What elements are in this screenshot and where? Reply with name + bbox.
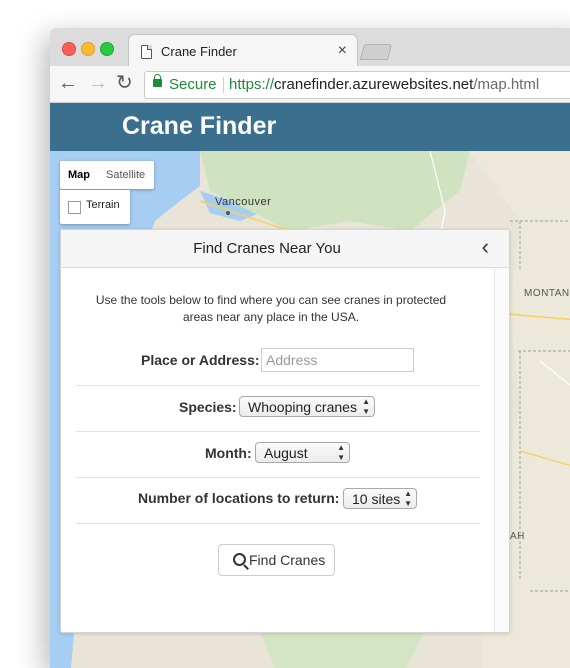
panel-title: Find Cranes Near You xyxy=(193,240,341,257)
find-cranes-panel: Find Cranes Near You ‹ Use the tools bel… xyxy=(60,229,510,633)
map-label-utah: AH xyxy=(510,531,525,542)
lock-icon xyxy=(153,74,162,87)
browser-window: Crane Finder × ← → ↻ Secure https://cran… xyxy=(50,28,570,668)
select-arrows-icon: ▲ ▼ xyxy=(362,397,370,416)
url-scheme: https:// xyxy=(229,76,275,93)
url-host: cranefinder.azurewebsites.net xyxy=(274,76,474,93)
terrain-checkbox[interactable] xyxy=(68,201,81,214)
panel-header: Find Cranes Near You ‹ xyxy=(61,230,509,268)
url-text: https://cranefinder.azurewebsites.net/ma… xyxy=(229,72,539,98)
tab-title: Crane Finder xyxy=(161,44,237,59)
species-label: Species: xyxy=(179,399,237,415)
terrain-toggle[interactable]: Terrain xyxy=(60,190,130,224)
find-cranes-button[interactable]: Find Cranes xyxy=(218,544,335,576)
browser-toolbar: ← → ↻ Secure https://cranefinder.azurewe… xyxy=(50,66,570,103)
panel-scrollbar[interactable] xyxy=(494,268,509,632)
divider xyxy=(76,523,480,524)
count-label: Number of locations to return: xyxy=(138,490,340,506)
site-header: Crane Finder xyxy=(50,103,570,151)
panel-intro: Use the tools below to find where you ca… xyxy=(95,293,447,324)
species-select[interactable]: Whooping cranes ▲ ▼ xyxy=(239,396,375,417)
tab-crane-finder[interactable]: Crane Finder × xyxy=(128,34,358,67)
select-arrows-icon: ▲ ▼ xyxy=(404,489,412,508)
month-value: August xyxy=(264,445,308,461)
minimize-window-button[interactable] xyxy=(81,42,95,56)
month-label: Month: xyxy=(205,445,252,461)
map-label-vancouver: Vancouver xyxy=(215,196,272,208)
tab-strip: Crane Finder × xyxy=(50,28,570,67)
new-tab-button[interactable] xyxy=(359,44,393,60)
select-arrows-icon: ▲ ▼ xyxy=(337,443,345,462)
secure-label: Secure xyxy=(169,76,217,93)
url-path: /map.html xyxy=(473,76,540,93)
species-value: Whooping cranes xyxy=(248,399,357,415)
count-select[interactable]: 10 sites ▲ ▼ xyxy=(343,488,417,509)
back-arrow-icon[interactable]: ← xyxy=(58,72,78,94)
forward-arrow-icon[interactable]: → xyxy=(88,72,108,94)
maximize-window-button[interactable] xyxy=(100,42,114,56)
map-canvas[interactable]: Vancouver MONTAN AH Map Satellite Terrai… xyxy=(50,151,570,668)
address-input[interactable] xyxy=(261,348,414,372)
reload-icon[interactable]: ↻ xyxy=(116,72,133,94)
divider xyxy=(76,431,480,432)
find-cranes-label: Find Cranes xyxy=(249,552,326,568)
site-title: Crane Finder xyxy=(122,112,277,140)
divider xyxy=(76,385,480,386)
place-label: Place or Address: xyxy=(141,352,260,368)
omnibox-separator xyxy=(223,77,224,93)
month-select[interactable]: August ▲ ▼ xyxy=(255,442,350,463)
web-page: Crane Finder Vancouver MONTAN AH Map Sat… xyxy=(50,103,570,668)
document-icon xyxy=(141,45,152,59)
terrain-label: Terrain xyxy=(86,199,120,211)
map-type-map-button[interactable]: Map xyxy=(68,169,90,181)
tab-close-icon[interactable]: × xyxy=(338,41,347,61)
search-icon xyxy=(233,553,246,566)
address-bar[interactable]: Secure https://cranefinder.azurewebsites… xyxy=(144,71,570,99)
map-type-control: Map Satellite xyxy=(60,161,154,189)
count-value: 10 sites xyxy=(352,491,401,507)
map-type-satellite-button[interactable]: Satellite xyxy=(106,169,145,181)
map-label-montana: MONTAN xyxy=(524,288,570,299)
close-window-button[interactable] xyxy=(62,42,76,56)
chevron-left-icon[interactable]: ‹ xyxy=(482,235,489,259)
panel-body: Use the tools below to find where you ca… xyxy=(61,268,495,630)
divider xyxy=(76,477,480,478)
